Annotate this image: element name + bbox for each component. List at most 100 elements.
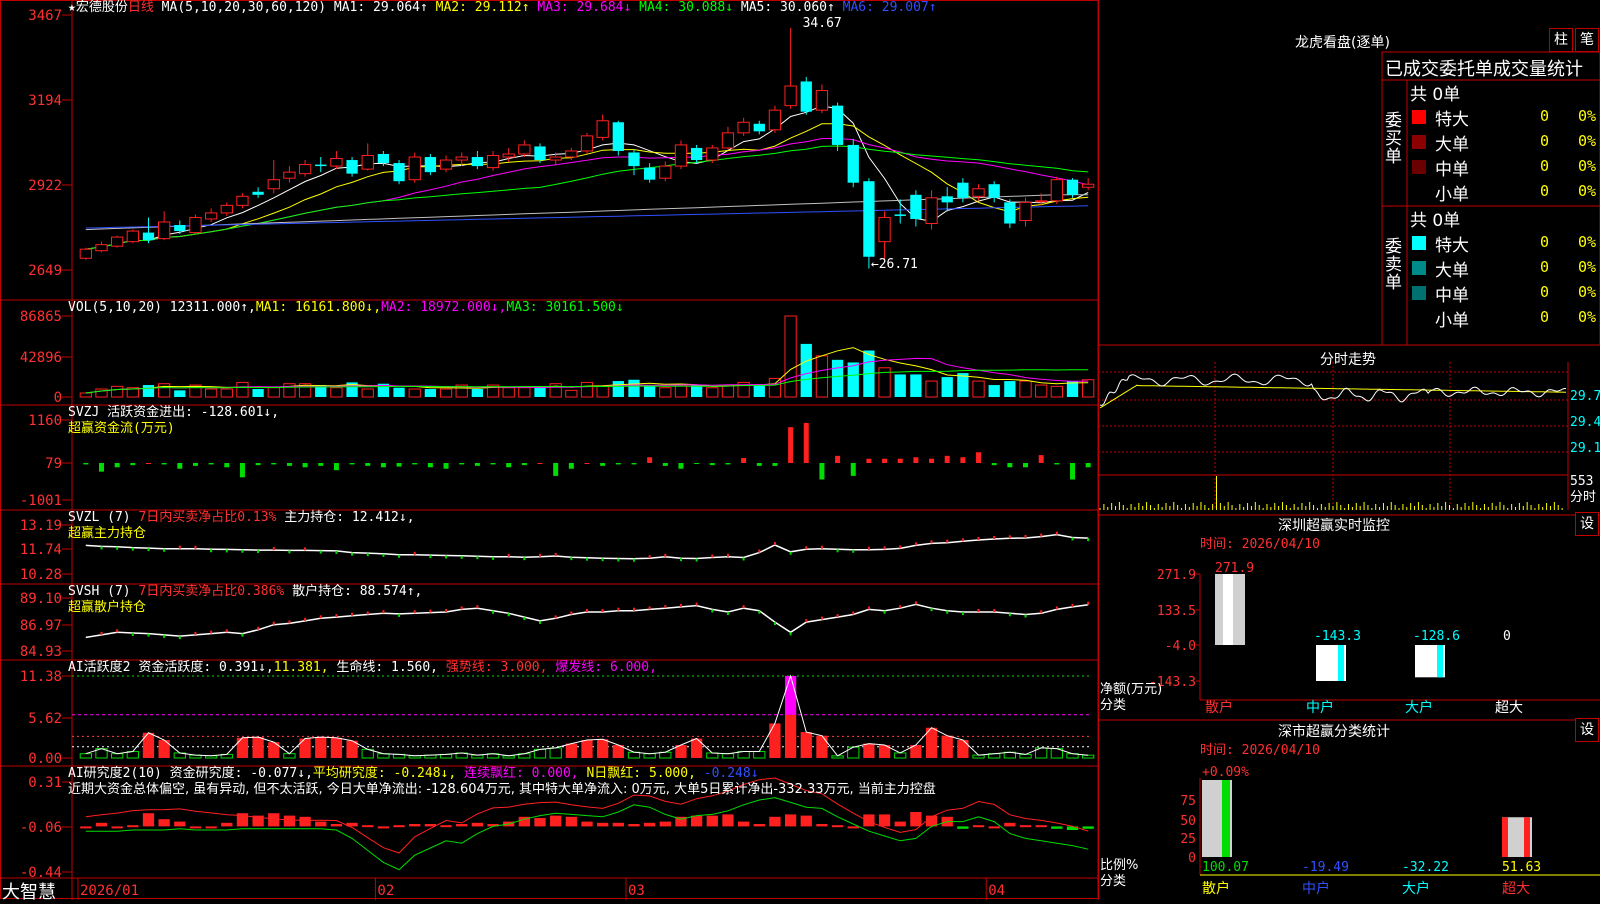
stock-name[interactable]: ★宏德股份: [68, 0, 128, 15]
volume-bar: [252, 389, 264, 397]
volume-bar: [721, 384, 735, 398]
research-bar: [737, 821, 750, 827]
research-bar: [362, 825, 374, 828]
candle-body: [768, 109, 782, 131]
candle-body: [174, 225, 186, 232]
order-color-swatch: [1412, 236, 1426, 250]
research-bar: [988, 826, 1000, 829]
buy-order-label: 委买单: [1385, 111, 1402, 167]
order-percent: 0%: [1578, 182, 1597, 200]
intraday-tick-label: 29.11: [1570, 441, 1600, 456]
money-flow-bar: [788, 427, 794, 463]
activity-bar: [706, 752, 719, 759]
money-flow-bar: [83, 463, 89, 465]
candle-body: [1035, 200, 1048, 203]
candle-body: [330, 158, 343, 167]
activity-bar: [549, 747, 562, 759]
vol-ma2: MA2: 18972.000↓,: [381, 300, 507, 315]
activity-bar: [784, 676, 797, 715]
sz-settings-button[interactable]: 设: [1575, 512, 1599, 536]
order-count: 0: [1540, 132, 1550, 150]
order-percent: 0%: [1578, 258, 1597, 276]
research-bar: [847, 826, 859, 829]
low-annotation: ←26.71: [871, 257, 918, 272]
candle-body: [252, 191, 264, 195]
svsh-sub: 超赢散户持仓: [68, 600, 147, 615]
volume-bar: [1019, 380, 1032, 398]
money-flow-bar: [145, 463, 151, 464]
research-bar: [800, 815, 812, 827]
candlestick-panel: 3467 3194 2922 2649 34.67 ←26.71: [28, 8, 1095, 279]
activity-bar: [753, 751, 766, 759]
main-header: ★宏德股份日线 MA(5,10,20,30,60,120) MA1: 29.06…: [68, 0, 937, 16]
volume-bar: [565, 389, 578, 398]
tick-mode-button[interactable]: 笔: [1575, 28, 1599, 52]
vol-tick-label: 86865: [20, 309, 62, 325]
candle-body: [690, 147, 703, 161]
candle-body: [534, 146, 546, 161]
candle-body: [315, 164, 327, 167]
research-bar: [315, 821, 327, 827]
intraday-tick-label: 29.73: [1570, 389, 1600, 404]
sm-value-label: 51.63: [1502, 860, 1541, 875]
ai1-tick-label: 5.62: [28, 711, 62, 727]
svzj-tick-label: 1160: [28, 413, 62, 429]
sm-tick-label: 50: [1180, 814, 1196, 829]
order-color-swatch: [1412, 286, 1426, 300]
lhkp-title: 龙虎看盘(逐单): [1295, 35, 1390, 51]
money-flow-bar: [897, 458, 903, 463]
candle-body: [361, 155, 374, 170]
order-count: 0: [1540, 107, 1550, 125]
order-count: 0: [1540, 283, 1550, 301]
svzl-definition: SVZL (7): [68, 510, 131, 525]
sz-bar-highlight: [1223, 574, 1233, 645]
money-flow-bar: [568, 463, 574, 469]
money-flow-bar: [318, 463, 324, 466]
candle-body: [737, 121, 750, 134]
activity-bar: [111, 753, 124, 759]
order-percent: 0%: [1578, 283, 1597, 301]
sm-value-label: -19.49: [1302, 860, 1349, 875]
money-flow-bar: [882, 458, 888, 463]
order-size-label: 小单: [1435, 311, 1469, 331]
ai2-research: 资金研究度: -0.077↓,: [169, 766, 313, 781]
sz-bar-highlight: [1437, 645, 1443, 678]
activity-bar: [769, 723, 781, 758]
price-tick-label: 3194: [28, 93, 62, 109]
svzl-tick-label: 11.74: [20, 542, 62, 558]
activity-bar: [784, 714, 797, 758]
candle-body: [111, 236, 124, 247]
candle-body: [800, 81, 812, 112]
money-flow-bar: [177, 463, 183, 469]
money-flow-bar: [443, 463, 449, 469]
order-size-label: 大单: [1435, 261, 1469, 281]
candle-body: [283, 171, 296, 179]
app-logo: 大智慧: [2, 882, 56, 903]
vol-tick-label: 0: [54, 390, 62, 406]
bar-mode-button[interactable]: 柱: [1549, 28, 1573, 52]
activity-bar: [627, 751, 641, 759]
research-bar: [910, 812, 922, 827]
candle-body: [1082, 183, 1095, 188]
volume-bar: [518, 387, 531, 398]
sm-top-label: +0.09%: [1202, 765, 1249, 780]
sm-unit: 比例%: [1100, 858, 1139, 873]
activity-bar: [315, 737, 327, 758]
candle-body: [847, 144, 859, 183]
money-flow-bar: [678, 463, 684, 469]
panel-frames: [0, 0, 1600, 900]
candle-body: [471, 157, 484, 167]
research-bar: [659, 821, 671, 827]
candle-body: [988, 184, 1000, 198]
activity-bar: [957, 739, 969, 758]
order-percent: 0%: [1578, 107, 1597, 125]
volume-bar: [1035, 384, 1048, 398]
research-bar: [330, 824, 343, 827]
money-flow-bar: [1070, 463, 1076, 480]
research-bar: [1019, 825, 1032, 828]
candle-body: [580, 135, 594, 152]
sm-settings-button[interactable]: 设: [1575, 718, 1599, 742]
activity-bar: [816, 735, 828, 758]
period-label[interactable]: 日线: [128, 0, 154, 15]
volume-bar: [894, 374, 906, 397]
